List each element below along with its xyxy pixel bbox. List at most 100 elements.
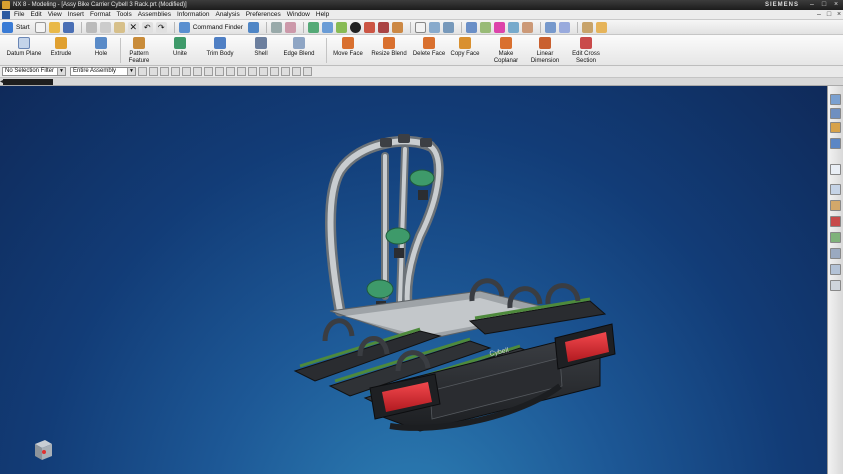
- menu-preferences[interactable]: Preferences: [246, 11, 281, 18]
- hole-button[interactable]: Hole: [88, 37, 114, 58]
- navigator-icon[interactable]: [830, 94, 841, 105]
- start-button[interactable]: Start: [16, 24, 30, 31]
- command-finder-icon[interactable]: [178, 21, 190, 33]
- menu-view[interactable]: View: [48, 11, 62, 18]
- doc-minimize-icon[interactable]: –: [815, 11, 823, 19]
- menu-assemblies[interactable]: Assemblies: [138, 11, 171, 18]
- snap-on-face-icon[interactable]: [303, 67, 312, 76]
- layer-icon[interactable]: [391, 21, 403, 33]
- linear-dimension-button[interactable]: Linear Dimension: [527, 37, 563, 65]
- snap-midpoint-icon[interactable]: [226, 67, 235, 76]
- system-scenes-icon[interactable]: [830, 280, 841, 291]
- wcs-icon[interactable]: [428, 21, 440, 33]
- select-edge-icon[interactable]: [171, 67, 180, 76]
- graphics-window-tab[interactable]: [3, 79, 53, 85]
- curve-icon[interactable]: [479, 21, 491, 33]
- analysis-icon[interactable]: [507, 21, 519, 33]
- shell-button[interactable]: Shell: [248, 37, 274, 58]
- menu-information[interactable]: Information: [177, 11, 210, 18]
- paste-icon[interactable]: [113, 21, 125, 33]
- datum-plane-button[interactable]: Datum Plane: [4, 37, 44, 58]
- measure-icon[interactable]: [521, 21, 533, 33]
- delete-icon[interactable]: ✕: [127, 21, 139, 33]
- snap-view-icon[interactable]: [442, 21, 454, 33]
- ruler-icon[interactable]: [581, 21, 593, 33]
- assembly-navigator-icon[interactable]: [830, 108, 841, 119]
- command-finder-button[interactable]: Command Finder: [193, 24, 243, 31]
- reuse-library-icon[interactable]: [830, 164, 841, 175]
- part-navigator-icon[interactable]: [830, 138, 841, 149]
- render-style-icon[interactable]: [307, 21, 319, 33]
- snap-quadrant-icon[interactable]: [270, 67, 279, 76]
- pattern-feature-button[interactable]: Pattern Feature: [122, 37, 156, 65]
- unite-button[interactable]: Unite: [166, 37, 194, 58]
- menu-file[interactable]: File: [14, 11, 24, 18]
- chevron-down-icon[interactable]: ▼: [57, 68, 65, 75]
- roles-icon[interactable]: [830, 232, 841, 243]
- process-studio-icon[interactable]: [830, 200, 841, 211]
- system-materials-icon[interactable]: [830, 248, 841, 259]
- doc-restore-icon[interactable]: □: [825, 11, 833, 19]
- copy-face-button[interactable]: Copy Face: [448, 37, 482, 58]
- select-body-icon[interactable]: [160, 67, 169, 76]
- menu-edit[interactable]: Edit: [30, 11, 41, 18]
- minimize-icon[interactable]: –: [807, 1, 817, 9]
- selection-filter-select[interactable]: No Selection Filter ▼: [2, 67, 66, 76]
- window-icon[interactable]: [247, 21, 259, 33]
- copy-icon[interactable]: [99, 21, 111, 33]
- resize-blend-button[interactable]: Resize Blend: [370, 37, 408, 58]
- point-icon[interactable]: [493, 21, 505, 33]
- edit-cross-section-button[interactable]: Edit Cross Section: [567, 37, 605, 65]
- orient-view-icon[interactable]: [321, 21, 333, 33]
- move-icon[interactable]: [558, 21, 570, 33]
- doc-close-icon[interactable]: ×: [835, 11, 843, 19]
- start-icon[interactable]: [2, 21, 13, 33]
- history-icon[interactable]: [830, 184, 841, 195]
- save-icon[interactable]: [62, 21, 74, 33]
- constraint-navigator-icon[interactable]: [830, 122, 841, 133]
- snap-endpoint-icon[interactable]: [215, 67, 224, 76]
- edge-blend-button[interactable]: Edge Blend: [280, 37, 318, 58]
- menu-format[interactable]: Format: [90, 11, 111, 18]
- model-icon[interactable]: [465, 21, 477, 33]
- color-palette-icon[interactable]: [377, 21, 389, 33]
- menu-window[interactable]: Window: [287, 11, 310, 18]
- snap-existing-icon[interactable]: [281, 67, 290, 76]
- select-face-icon[interactable]: [149, 67, 158, 76]
- undo-icon[interactable]: ↶: [141, 21, 153, 33]
- snap-center-icon[interactable]: [259, 67, 268, 76]
- menu-analysis[interactable]: Analysis: [215, 11, 239, 18]
- select-component-icon[interactable]: [193, 67, 202, 76]
- drawing-icon[interactable]: [595, 21, 607, 33]
- graphics-viewport[interactable]: Cybell: [0, 86, 827, 474]
- snap-intersection-icon[interactable]: [248, 67, 257, 76]
- snap-on-curve-icon[interactable]: [292, 67, 301, 76]
- palettes-icon[interactable]: [830, 216, 841, 227]
- select-filter-icon[interactable]: [138, 67, 147, 76]
- extrude-button[interactable]: Extrude: [46, 37, 76, 58]
- menu-help[interactable]: Help: [316, 11, 329, 18]
- tools-icon[interactable]: [284, 21, 296, 33]
- grid-icon[interactable]: [414, 21, 426, 33]
- select-feature-icon[interactable]: [182, 67, 191, 76]
- make-coplanar-button[interactable]: Make Coplanar: [488, 37, 524, 65]
- nx-app-icon[interactable]: [2, 1, 10, 9]
- view-triad-icon[interactable]: [35, 440, 52, 460]
- menu-tools[interactable]: Tools: [117, 11, 132, 18]
- shaded-icon[interactable]: [335, 21, 347, 33]
- delete-face-button[interactable]: Delete Face: [411, 37, 447, 58]
- trim-body-button[interactable]: Trim Body: [202, 37, 238, 58]
- redo-icon[interactable]: ↷: [155, 21, 167, 33]
- new-file-icon[interactable]: [34, 21, 46, 33]
- display-mode-icon[interactable]: [349, 21, 361, 33]
- move-face-button[interactable]: Move Face: [330, 37, 366, 58]
- chevron-down-icon[interactable]: ▼: [127, 68, 135, 75]
- cut-icon[interactable]: [85, 21, 97, 33]
- close-icon[interactable]: ×: [831, 1, 841, 9]
- xform-icon[interactable]: [544, 21, 556, 33]
- section-icon[interactable]: [363, 21, 375, 33]
- selection-scope-select[interactable]: Entire Assembly ▼: [70, 67, 136, 76]
- snap-control-icon[interactable]: [237, 67, 246, 76]
- maximize-icon[interactable]: □: [819, 1, 829, 9]
- fit-view-icon[interactable]: [270, 21, 282, 33]
